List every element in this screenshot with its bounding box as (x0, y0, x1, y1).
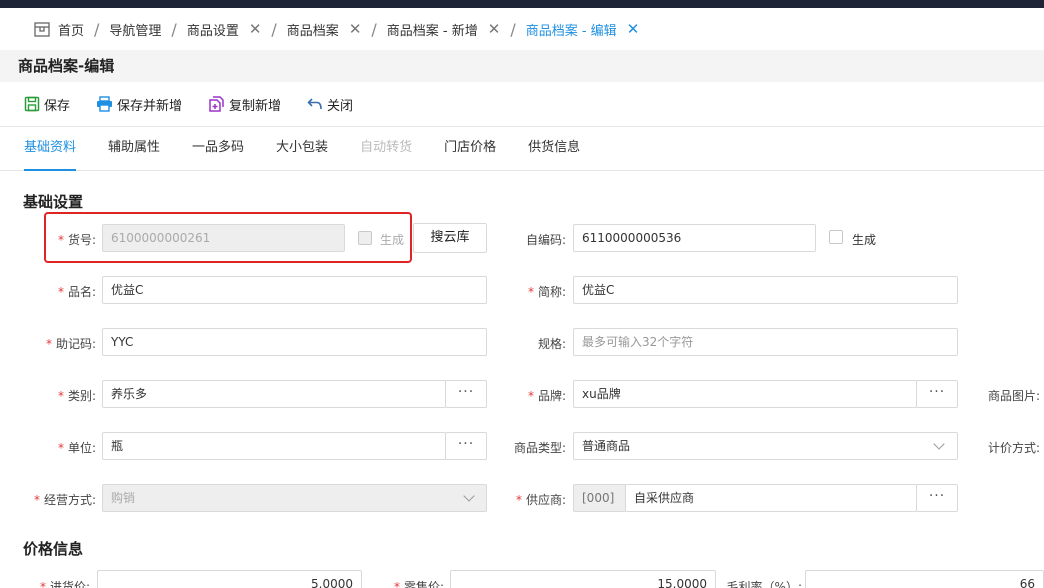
close-icon[interactable]: ✕ (249, 20, 262, 38)
close-label: 关闭 (327, 98, 354, 114)
supplier-label: * 供应商: (515, 493, 566, 507)
subtab-aux-attrs[interactable]: 辅助属性 (108, 127, 160, 171)
close-icon[interactable]: ✕ (349, 20, 362, 38)
tab-separator: / (171, 19, 177, 39)
search-cloud-button[interactable]: 搜云库 (413, 223, 487, 253)
brand-more-button[interactable]: ··· (916, 380, 958, 408)
brand-label: * 品牌: (527, 389, 566, 403)
save-and-new-button[interactable]: 保存并新增 (96, 95, 182, 114)
self-code-input[interactable]: 6110000000536 (573, 224, 816, 252)
save-icon (24, 96, 40, 112)
unit-more-button[interactable]: ··· (445, 432, 487, 460)
tab-label: 商品档案 (286, 23, 339, 39)
save-button[interactable]: 保存 (24, 95, 70, 114)
subtab-packaging[interactable]: 大小包装 (276, 127, 328, 171)
goods-image-label: 商品图片: (987, 389, 1040, 403)
supplier-code: [000] (573, 484, 626, 512)
copy-new-button[interactable]: 复制新增 (208, 95, 281, 114)
goods-type-select[interactable]: 普通商品 (573, 432, 958, 460)
page-title: 商品档案-编辑 (0, 50, 1044, 82)
name-label: * 品名: (57, 285, 96, 299)
business-mode-select: 购销 (102, 484, 487, 512)
margin-rate-label: 毛利率（%）: (726, 580, 802, 588)
short-name-label: * 简称: (527, 285, 566, 299)
subtab-store-price[interactable]: 门店价格 (444, 127, 496, 171)
spec-label: 规格: (537, 337, 566, 351)
undo-arrow-icon (307, 98, 322, 110)
tab-separator: / (94, 19, 100, 39)
pricing-method-label: 计价方式: (987, 441, 1040, 455)
tab-label: 商品设置 (186, 23, 239, 39)
close-button[interactable]: 关闭 (307, 95, 353, 114)
subtab-multi-code[interactable]: 一品多码 (192, 127, 244, 171)
tab-separator: / (271, 19, 277, 39)
save-label: 保存 (44, 98, 71, 114)
subtab-supply-info[interactable]: 供货信息 (528, 127, 580, 171)
purchase-price-input[interactable]: 5.0000 (97, 570, 362, 588)
tab-goods-archive[interactable]: 商品档案 ✕ (279, 8, 370, 50)
tab-label: 首页 (58, 23, 85, 39)
window-top-bar (0, 0, 1044, 8)
spec-input[interactable]: 最多可输入32个字符 (573, 328, 958, 356)
brand-input[interactable]: xu品牌 (573, 380, 917, 408)
tab-separator: / (371, 19, 377, 39)
tab-separator: / (510, 19, 516, 39)
mnemonic-label: * 助记码: (45, 337, 96, 351)
category-more-button[interactable]: ··· (445, 380, 487, 408)
item-no-label: * 货号: (57, 233, 96, 247)
item-no-input: 6100000000261 (102, 224, 345, 252)
goods-type-label: 商品类型: (513, 441, 566, 455)
unit-label: * 单位: (57, 441, 96, 455)
save-and-new-label: 保存并新增 (117, 98, 183, 114)
tab-goods-settings[interactable]: 商品设置 ✕ (179, 8, 270, 50)
mnemonic-input[interactable]: YYC (102, 328, 487, 356)
self-code-generate-label: 生成 (852, 233, 877, 247)
tab-label: 商品档案 - 编辑 (525, 23, 617, 39)
home-icon (34, 21, 50, 37)
short-name-input[interactable]: 优益C (573, 276, 958, 304)
tab-goods-archive-edit[interactable]: 商品档案 - 编辑 ✕ (518, 8, 648, 50)
sub-tabs: 基础资料 辅助属性 一品多码 大小包装 自动转货 门店价格 供货信息 (0, 127, 1044, 171)
printer-icon (97, 96, 113, 112)
category-input[interactable]: 养乐多 (102, 380, 446, 408)
item-no-generate-label: 生成 (380, 233, 405, 247)
close-icon[interactable]: ✕ (627, 20, 640, 38)
retail-price-input[interactable]: 15.0000 (450, 570, 716, 588)
toolbar: 保存 保存并新增 复制新增 关闭 (0, 82, 1044, 126)
section-title-basic: 基础设置 (23, 193, 84, 211)
tab-label: 导航管理 (109, 23, 162, 39)
unit-input[interactable]: 瓶 (102, 432, 446, 460)
tab-goods-archive-new[interactable]: 商品档案 - 新增 ✕ (379, 8, 509, 50)
tab-label: 商品档案 - 新增 (386, 23, 478, 39)
name-input[interactable]: 优益C (102, 276, 487, 304)
item-no-generate-checkbox (358, 231, 372, 245)
section-title-price: 价格信息 (23, 540, 84, 558)
supplier-more-button[interactable]: ··· (916, 484, 958, 512)
copy-add-icon (209, 95, 224, 112)
subtab-basic-info[interactable]: 基础资料 (24, 127, 77, 171)
margin-rate-input[interactable]: 66 (805, 570, 1044, 588)
category-label: * 类别: (57, 389, 96, 403)
retail-price-label: * 零售价: (393, 580, 444, 588)
close-icon[interactable]: ✕ (488, 20, 501, 38)
nav-tabs: 首页 / 导航管理 / 商品设置 ✕ / 商品档案 ✕ / 商品档案 - 新增 … (0, 8, 1044, 50)
copy-new-label: 复制新增 (229, 98, 282, 114)
business-mode-label: * 经营方式: (33, 493, 96, 507)
purchase-price-label: * 进货价: (39, 580, 90, 588)
subtab-auto-transfer: 自动转货 (360, 139, 413, 155)
supplier-name-input[interactable]: 自采供应商 (625, 484, 917, 512)
self-code-generate-checkbox[interactable] (829, 230, 843, 244)
self-code-label: 自编码: (525, 233, 566, 247)
tab-home[interactable]: 首页 (26, 8, 92, 50)
tab-nav-management[interactable]: 导航管理 (101, 8, 169, 50)
